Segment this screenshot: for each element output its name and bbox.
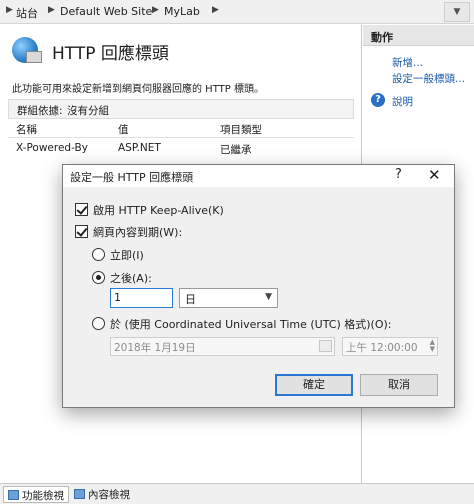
keepalive-checkbox[interactable]	[75, 203, 88, 216]
breadcrumb: ▶ 站台 ▶ Default Web Site ▶ MyLab ▶ ▼	[0, 0, 474, 24]
chevron-right-icon: ▶	[6, 5, 13, 15]
breadcrumb-dropdown-button[interactable]: ▼	[444, 2, 470, 22]
tab-features-view-label: 功能檢視	[22, 490, 64, 502]
group-by-bar[interactable]: 群組依據: 沒有分組	[8, 99, 354, 119]
chevron-right-icon[interactable]: ▶	[152, 5, 159, 15]
cancel-button[interactable]: 取消	[360, 374, 438, 396]
tab-features-view[interactable]: 功能檢視	[3, 486, 69, 503]
group-by-select[interactable]: 沒有分組	[67, 103, 109, 118]
http-headers-icon	[12, 37, 42, 63]
help-icon: ?	[371, 93, 385, 107]
chevron-down-icon: ▼	[453, 7, 461, 17]
add-link[interactable]: 新增...	[392, 55, 423, 70]
expire-label: 網頁內容到期(W):	[93, 226, 183, 239]
dialog-title: 設定一般 HTTP 回應標頭	[70, 171, 194, 184]
expire-time-value: 上午 12:00:00	[346, 342, 418, 354]
cell-type: 已繼承	[220, 144, 252, 156]
expire-date-picker[interactable]: 2018年 1月19日	[110, 337, 335, 356]
breadcrumb-item-sites[interactable]: 站台	[16, 5, 38, 21]
keepalive-label: 啟用 HTTP Keep-Alive(K)	[93, 204, 224, 217]
column-header-type[interactable]: 項目類型	[220, 122, 262, 137]
column-header-name[interactable]: 名稱	[16, 122, 37, 137]
chevron-down-icon: ▼	[265, 292, 272, 302]
spinner-icon[interactable]: ▲ ▼	[430, 339, 435, 353]
expire-date-value: 2018年 1月19日	[114, 342, 196, 354]
features-view-icon	[8, 490, 19, 500]
after-value-input[interactable]: 1	[110, 288, 173, 308]
cell-name: X-Powered-By	[16, 142, 88, 154]
time-unit-select[interactable]: 日 ▼	[179, 288, 278, 308]
group-by-label: 群組依據:	[17, 105, 63, 117]
page-title: HTTP 回應標頭	[52, 44, 169, 64]
column-header-value[interactable]: 值	[118, 122, 129, 137]
immediate-radio[interactable]	[92, 248, 105, 261]
breadcrumb-item-mylab[interactable]: MyLab	[164, 5, 200, 18]
on-date-label: 於 (使用 Coordinated Universal Time (UTC) 格…	[110, 318, 392, 331]
expire-checkbox[interactable]	[75, 225, 88, 238]
set-common-headers-dialog: 設定一般 HTTP 回應標頭 ? ✕ 啟用 HTTP Keep-Alive(K)…	[62, 164, 455, 408]
on-date-radio[interactable]	[92, 317, 105, 330]
feature-description: 此功能可用來設定新增到網頁伺服器回應的 HTTP 標頭。	[12, 84, 264, 95]
help-link[interactable]: 說明	[392, 94, 413, 109]
close-icon[interactable]: ✕	[428, 166, 441, 184]
time-unit-value: 日	[185, 293, 196, 306]
view-tabs: 功能檢視 內容檢視	[0, 483, 474, 504]
after-label: 之後(A):	[110, 272, 152, 285]
cell-value: ASP.NET	[118, 142, 161, 154]
calendar-icon[interactable]	[319, 340, 332, 352]
breadcrumb-item-default-web-site[interactable]: Default Web Site	[60, 5, 152, 18]
table-row[interactable]: X-Powered-By ASP.NET 已繼承	[8, 140, 354, 158]
chevron-right-icon[interactable]: ▶	[212, 5, 219, 15]
actions-header: 動作	[363, 25, 474, 46]
after-radio[interactable]	[92, 271, 105, 284]
tab-content-view-label: 內容檢視	[88, 489, 130, 501]
table-header: 名稱 值 項目類型	[8, 121, 354, 138]
content-view-icon	[74, 489, 85, 499]
dialog-help-button[interactable]: ?	[395, 167, 402, 182]
ok-button[interactable]: 確定	[275, 374, 353, 396]
chevron-right-icon[interactable]: ▶	[48, 5, 55, 15]
dialog-titlebar: 設定一般 HTTP 回應標頭 ? ✕	[63, 165, 454, 187]
expire-time-picker[interactable]: 上午 12:00:00 ▲ ▼	[342, 337, 438, 356]
set-common-headers-link[interactable]: 設定一般標頭...	[392, 71, 465, 86]
tab-content-view[interactable]: 內容檢視	[70, 486, 134, 503]
immediate-label: 立即(I)	[110, 249, 144, 262]
